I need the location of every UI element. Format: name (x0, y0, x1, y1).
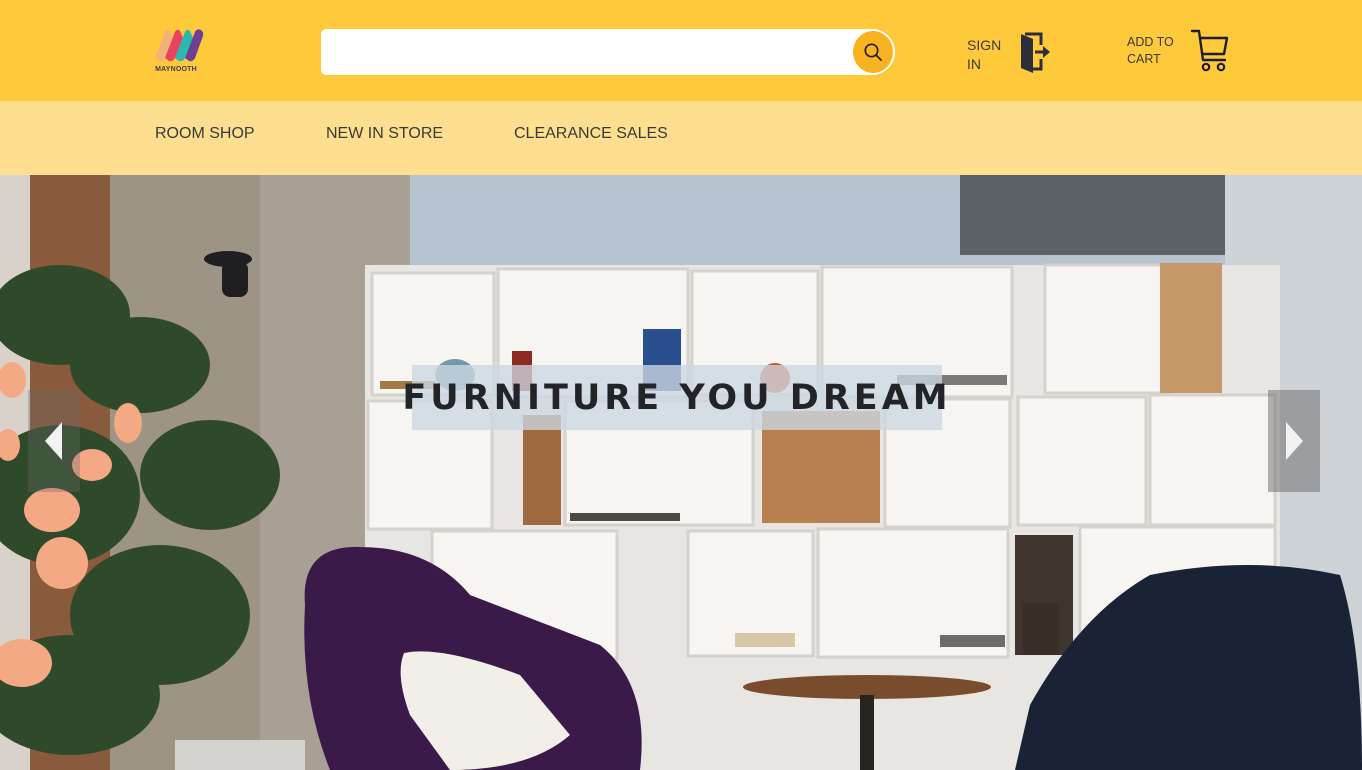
nav-item-clearance-sales[interactable]: CLEARANCE SALES (514, 125, 668, 143)
arrow-left-icon (45, 422, 62, 460)
sign-in-button[interactable]: SIGN IN (967, 32, 1062, 77)
hero-title-banner: FURNITURE YOU DREAM (402, 365, 948, 430)
door-exit-icon (1021, 32, 1050, 73)
brand-logo[interactable]: MAYNOOTH (151, 24, 207, 78)
sign-in-label: SIGN IN (967, 37, 1002, 72)
site-header: MAYNOOTH SIGN IN ADD TO CART (0, 0, 1362, 101)
search-bar (321, 29, 895, 75)
nav-item-new-in-store[interactable]: NEW IN STORE (326, 125, 443, 143)
carousel-prev-button[interactable] (28, 390, 80, 492)
main-nav: ROOM SHOP NEW IN STORE CLEARANCE SALES (0, 101, 1362, 175)
cart-icon (1190, 29, 1229, 72)
hero-title: FURNITURE YOU DREAM (402, 377, 952, 418)
logo-mark (155, 29, 204, 62)
hero-carousel: FURNITURE YOU DREAM (0, 175, 1362, 770)
hero-image (0, 175, 1362, 770)
carousel-next-button[interactable] (1268, 390, 1320, 492)
logo-text: MAYNOOTH (155, 66, 197, 73)
arrow-right-icon (1286, 422, 1303, 460)
search-icon (864, 43, 882, 61)
add-to-cart-button[interactable]: ADD TO CART (1127, 28, 1235, 76)
cart-label: ADD TO CART (1127, 35, 1174, 66)
search-input[interactable] (321, 29, 851, 75)
search-button[interactable] (853, 31, 893, 73)
nav-item-room-shop[interactable]: ROOM SHOP (155, 125, 255, 143)
